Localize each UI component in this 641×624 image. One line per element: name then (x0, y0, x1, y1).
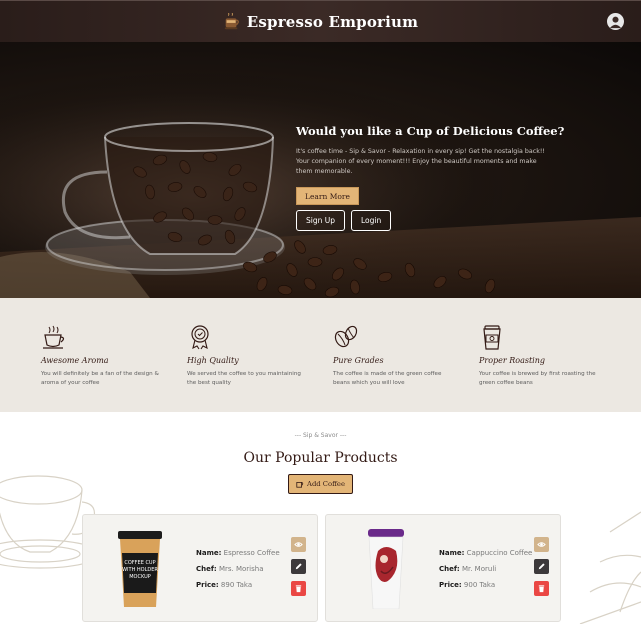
svg-text:WITH HOLDER: WITH HOLDER (122, 567, 158, 573)
sign-up-button[interactable]: Sign Up (296, 210, 345, 231)
name-label: Name: (439, 549, 465, 557)
pencil-icon (538, 563, 545, 570)
feature-item: Awesome Aroma You will definitely be a f… (41, 324, 187, 412)
add-coffee-icon (296, 482, 304, 488)
svg-text:MOCKUP: MOCKUP (129, 574, 151, 580)
product-price: 900 Taka (463, 581, 496, 589)
trash-icon (295, 585, 302, 593)
feature-title: High Quality (187, 356, 239, 365)
pencil-icon (295, 563, 302, 570)
product-price: 890 Taka (220, 581, 253, 589)
quality-badge-icon (191, 325, 209, 350)
feature-item: Pure Grades The coffee is made of the gr… (333, 324, 479, 412)
price-label: Price: (439, 581, 462, 589)
coffee-cup-icon (43, 325, 65, 349)
section-subtitle: --- Sip & Savor --- (294, 432, 347, 439)
hero-banner: Would you like a Cup of Delicious Coffee… (0, 42, 641, 298)
product-info: Name: Espresso Coffee Chef: Mrs. Morisha… (196, 545, 280, 593)
product-card: COFFEE CUP WITH HOLDER MOCKUP Name: Espr… (82, 514, 318, 622)
app-title: Espresso Emporium (246, 12, 419, 31)
brand[interactable]: Espresso Emporium (223, 12, 419, 31)
product-chef: Mr. Moruli (461, 565, 497, 573)
product-name-row: Name: Espresso Coffee (196, 545, 280, 561)
feature-text: You will definitely be a fan of the desi… (41, 371, 159, 386)
coffee-beans-icon (334, 325, 358, 348)
feature-text: Your coffee is brewed by first roasting … (479, 371, 596, 386)
feature-text: The coffee is made of the green coffee b… (333, 371, 442, 386)
hero-description: It's coffee time - Sip & Savor - Relaxat… (296, 148, 545, 175)
learn-more-button[interactable]: Learn More (296, 187, 359, 205)
price-label: Price: (196, 581, 219, 589)
takeaway-cup-icon (483, 325, 501, 350)
feature-title: Proper Roasting (479, 356, 546, 365)
user-profile-icon[interactable] (607, 13, 624, 30)
view-button[interactable] (534, 537, 549, 552)
feature-item: Proper Roasting Your coffee is brewed by… (479, 324, 625, 412)
hero-content: Would you like a Cup of Delicious Coffee… (296, 124, 565, 231)
feature-text: We served the coffee to you maintaining … (187, 371, 301, 386)
product-info: Name: Cappuccino Coffee Chef: Mr. Moruli… (439, 545, 532, 593)
cappuccino-cup-image (368, 529, 404, 609)
section-title: Our Popular Products (243, 450, 398, 466)
feature-item: High Quality We served the coffee to you… (187, 324, 333, 412)
edit-button[interactable] (291, 559, 306, 574)
product-actions (534, 537, 549, 596)
hero-actions: Sign Up Login (296, 210, 546, 231)
product-name: Espresso Coffee (223, 549, 280, 557)
chef-label: Chef: (196, 565, 217, 573)
delete-button[interactable] (534, 581, 549, 596)
name-label: Name: (196, 549, 222, 557)
feature-title: Awesome Aroma (41, 356, 109, 365)
eye-icon (537, 542, 546, 547)
delete-button[interactable] (291, 581, 306, 596)
product-actions (291, 537, 306, 596)
product-name: Cappuccino Coffee (466, 549, 533, 557)
trash-icon (538, 585, 545, 593)
navbar: Espresso Emporium (0, 0, 641, 42)
eye-icon (294, 542, 303, 547)
add-coffee-button[interactable]: Add Coffee (288, 474, 353, 494)
product-chef-row: Chef: Mrs. Morisha (196, 561, 280, 577)
edit-button[interactable] (534, 559, 549, 574)
add-coffee-label: Add Coffee (307, 480, 345, 488)
product-chef-row: Chef: Mr. Moruli (439, 561, 532, 577)
coffee-logo-icon (224, 12, 239, 29)
login-button[interactable]: Login (351, 210, 392, 231)
product-name-row: Name: Cappuccino Coffee (439, 545, 532, 561)
svg-text:COFFEE CUP: COFFEE CUP (124, 560, 155, 566)
espresso-cup-image: COFFEE CUP WITH HOLDER MOCKUP (118, 531, 162, 607)
chef-label: Chef: (439, 565, 460, 573)
hero-title: Would you like a Cup of Delicious Coffee… (296, 124, 565, 138)
product-card: Name: Cappuccino Coffee Chef: Mr. Moruli… (325, 514, 561, 622)
view-button[interactable] (291, 537, 306, 552)
product-chef: Mrs. Morisha (218, 565, 264, 573)
feature-title: Pure Grades (333, 356, 384, 365)
product-price-row: Price: 890 Taka (196, 577, 280, 593)
products-section: --- Sip & Savor --- Our Popular Products… (0, 412, 641, 624)
product-price-row: Price: 900 Taka (439, 577, 532, 593)
features-section: Awesome Aroma You will definitely be a f… (0, 298, 641, 412)
